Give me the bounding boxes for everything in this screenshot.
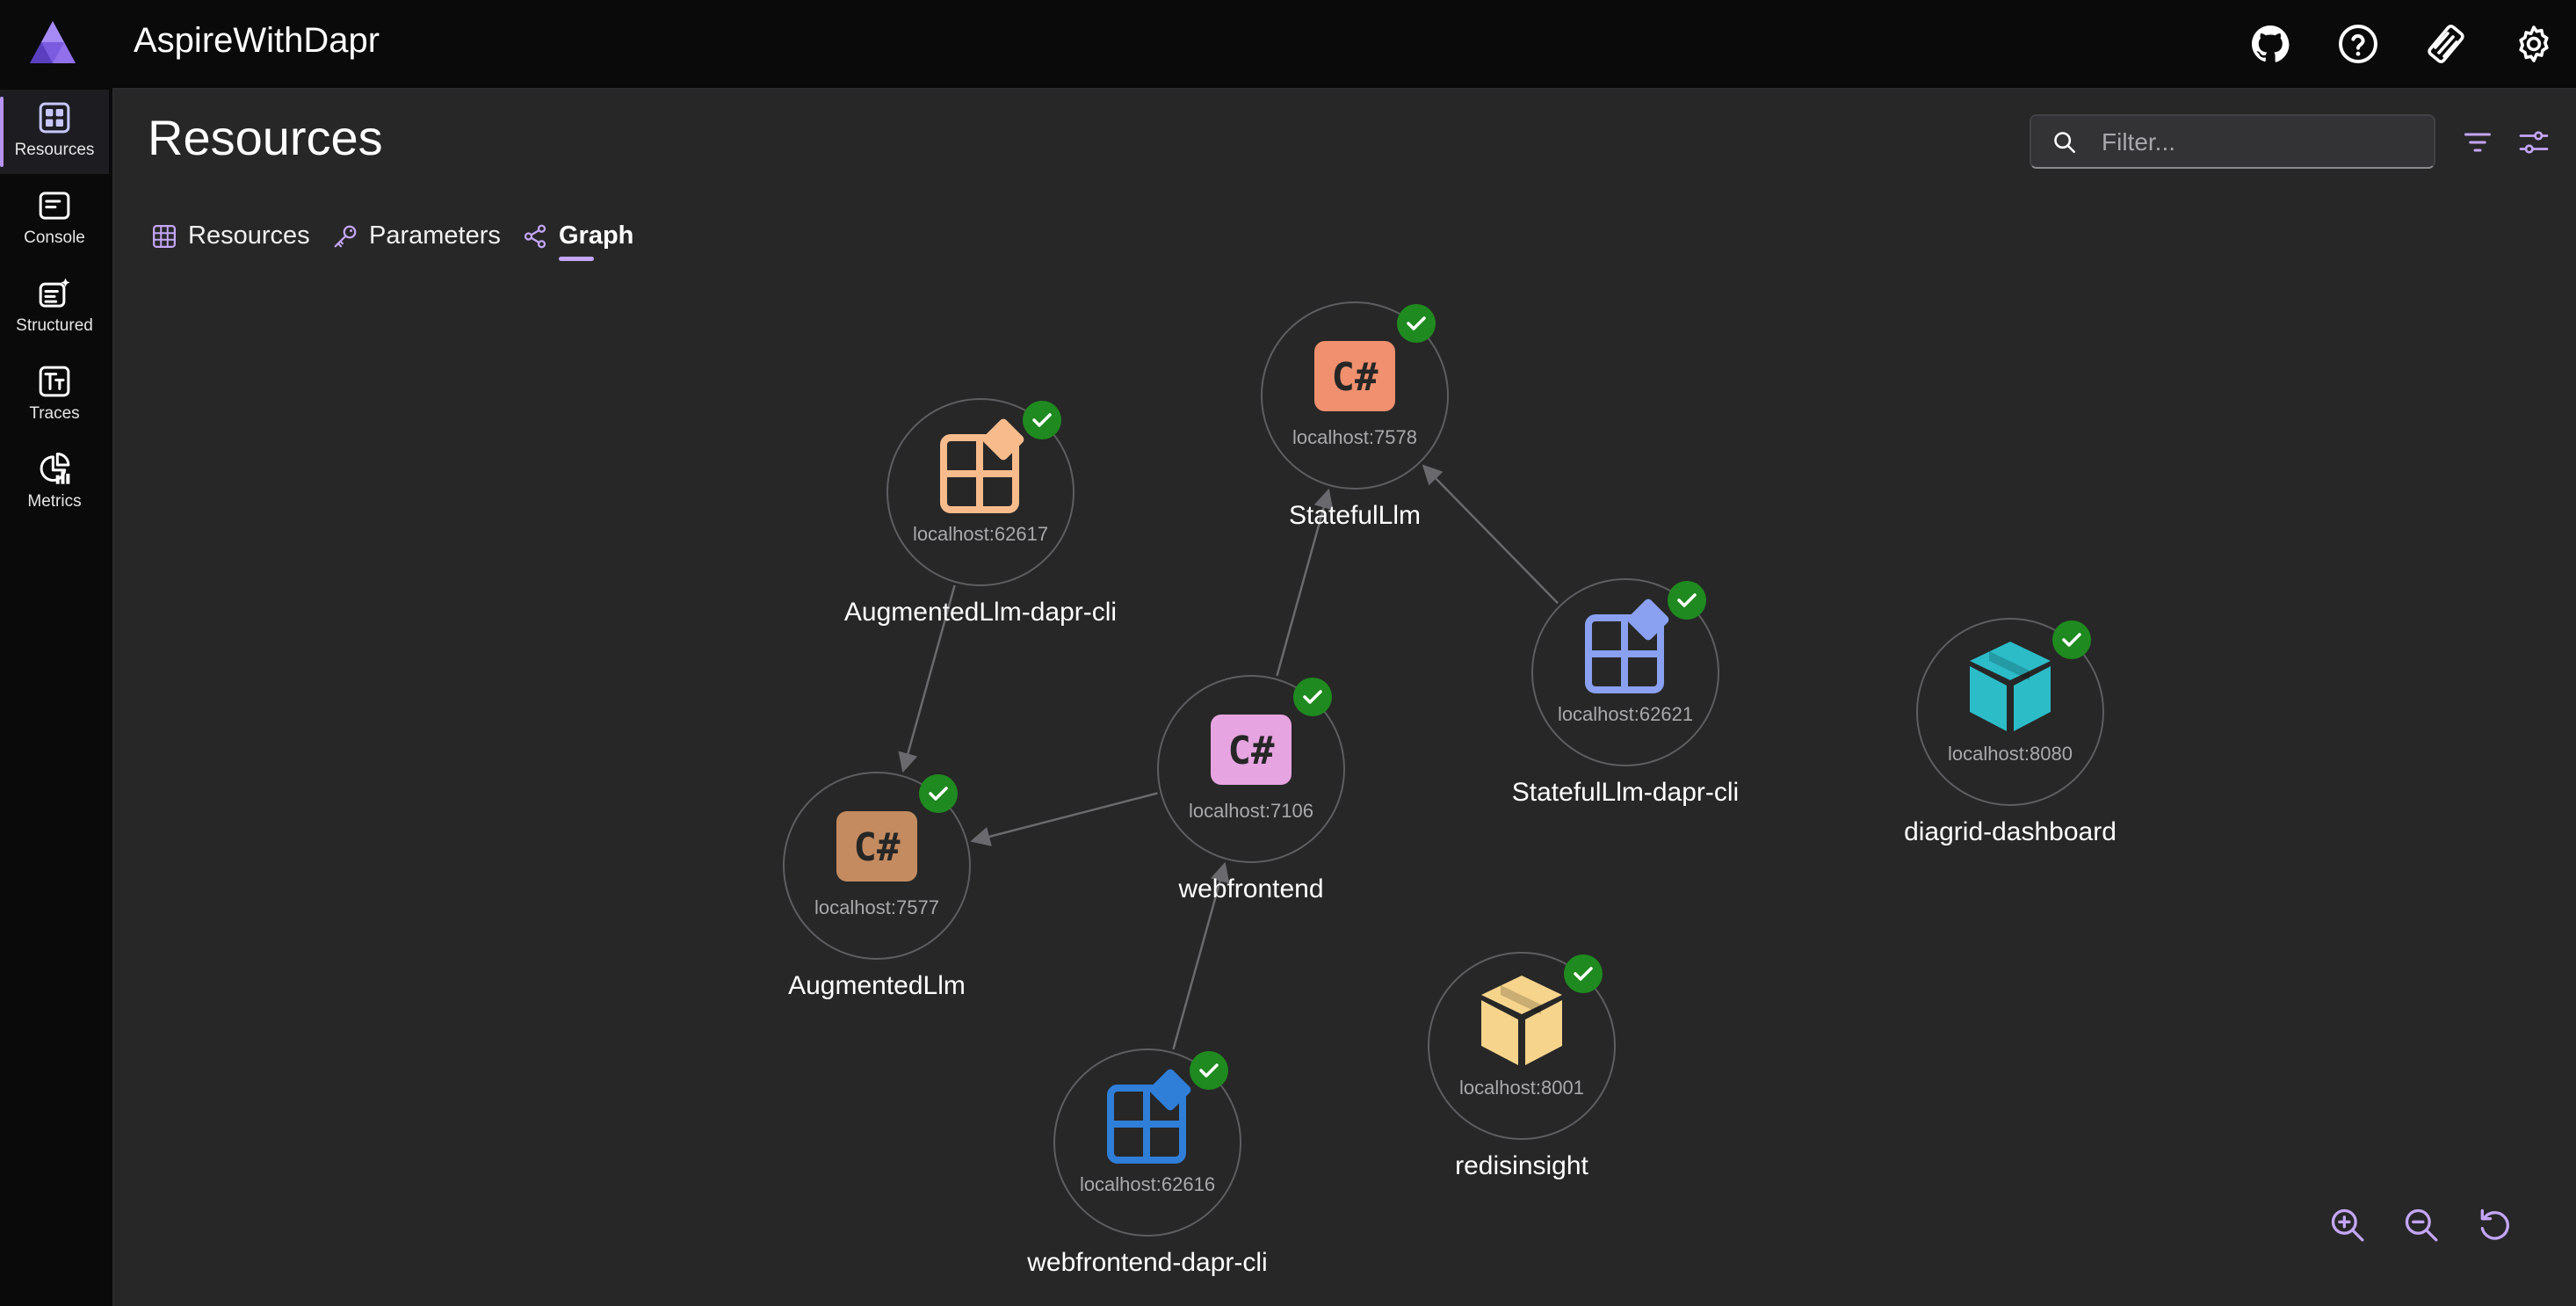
main-content: Resources Resources xyxy=(114,90,2576,1306)
console-icon xyxy=(39,192,70,220)
csharp-project-icon: C# xyxy=(836,811,917,882)
graph-node-url: localhost:7106 xyxy=(1189,800,1313,822)
nav-label-structured: Structured xyxy=(16,316,93,335)
aspire-logo[interactable] xyxy=(28,19,77,65)
nav-item-traces[interactable]: Traces xyxy=(0,353,109,438)
options-sliders-icon[interactable] xyxy=(2518,127,2550,158)
developer-icon[interactable] xyxy=(2425,23,2467,65)
zoom-out-icon[interactable] xyxy=(2402,1206,2441,1244)
graph-node-label: StatefulLlm xyxy=(1289,501,1421,530)
graph-node-label: webfrontend-dapr-cli xyxy=(1026,1248,1267,1277)
nav-label-resources: Resources xyxy=(14,141,95,159)
zoom-in-icon[interactable] xyxy=(2328,1206,2367,1244)
svg-text:C#: C# xyxy=(1332,355,1378,400)
page-title: Resources xyxy=(148,110,383,165)
reset-icon[interactable] xyxy=(2476,1206,2514,1244)
filter-input[interactable] xyxy=(2100,123,2420,162)
graph-node-url: localhost:62617 xyxy=(913,523,1048,545)
key-icon xyxy=(334,225,357,248)
graph-node-url: localhost:7577 xyxy=(814,896,939,918)
tab-label: Parameters xyxy=(369,221,501,250)
nav-item-resources[interactable]: Resources xyxy=(0,90,109,174)
graph-node-label: diagrid-dashboard xyxy=(1904,817,2117,846)
status-running-icon xyxy=(1564,954,1603,993)
side-navigation: Resources Console Structured Traces Metr… xyxy=(0,88,114,1306)
help-icon[interactable] xyxy=(2337,23,2379,65)
grid-icon xyxy=(39,102,70,134)
graph-node-label: AugmentedLlm xyxy=(788,971,966,1000)
tab-parameters[interactable]: Parameters xyxy=(332,218,508,271)
nav-label-traces: Traces xyxy=(29,404,80,423)
app-window: AspireWithDapr Resources Console Structu… xyxy=(0,0,2576,1306)
status-running-icon xyxy=(1397,304,1436,343)
tab-label: Resources xyxy=(188,221,310,250)
graph-node-label: webfrontend xyxy=(1177,874,1323,903)
settings-icon[interactable] xyxy=(2513,23,2555,65)
nav-label-console: Console xyxy=(24,229,85,247)
filter-lines-icon[interactable] xyxy=(2462,127,2493,158)
nav-item-metrics[interactable]: Metrics xyxy=(0,441,109,526)
csharp-project-icon: C# xyxy=(1314,341,1395,411)
filter-box[interactable] xyxy=(2030,114,2435,169)
nav-item-console[interactable]: Console xyxy=(0,178,109,262)
graph-node-url: localhost:62616 xyxy=(1080,1173,1215,1195)
metrics-icon xyxy=(40,453,70,484)
app-title: AspireWithDapr xyxy=(134,21,380,60)
csharp-project-icon: C# xyxy=(1211,715,1292,785)
table-icon xyxy=(153,225,176,248)
graph-node-url: localhost:7578 xyxy=(1292,426,1417,448)
search-icon xyxy=(2054,132,2076,154)
top-bar: AspireWithDapr xyxy=(0,0,2576,90)
tab-graph[interactable]: Graph xyxy=(522,218,645,271)
structured-logs-icon xyxy=(39,278,70,308)
status-running-icon xyxy=(1293,678,1332,716)
tab-label: Graph xyxy=(559,221,634,250)
graph-node-label: StatefulLlm-dapr-cli xyxy=(1512,778,1739,807)
nav-label-metrics: Metrics xyxy=(27,492,82,511)
svg-text:C#: C# xyxy=(854,825,901,870)
status-running-icon xyxy=(1668,581,1706,620)
graph-node-label: AugmentedLlm-dapr-cli xyxy=(844,598,1117,627)
graph-node-url: localhost:62621 xyxy=(1558,703,1693,725)
active-tab-indicator xyxy=(559,257,594,261)
nav-item-structured[interactable]: Structured xyxy=(0,265,109,350)
graph-node-url: localhost:8080 xyxy=(1948,743,2073,765)
tab-resources[interactable]: Resources xyxy=(151,218,318,271)
status-running-icon xyxy=(1190,1051,1228,1090)
graph-node-url: localhost:8001 xyxy=(1459,1077,1584,1099)
status-running-icon xyxy=(1023,401,1061,439)
svg-text:C#: C# xyxy=(1228,729,1275,773)
status-running-icon xyxy=(2052,620,2091,659)
github-icon[interactable] xyxy=(2249,23,2291,65)
status-running-icon xyxy=(919,774,958,813)
graph-node-label: redisinsight xyxy=(1455,1151,1588,1180)
share-graph-icon xyxy=(524,224,546,249)
traces-icon xyxy=(39,366,70,397)
